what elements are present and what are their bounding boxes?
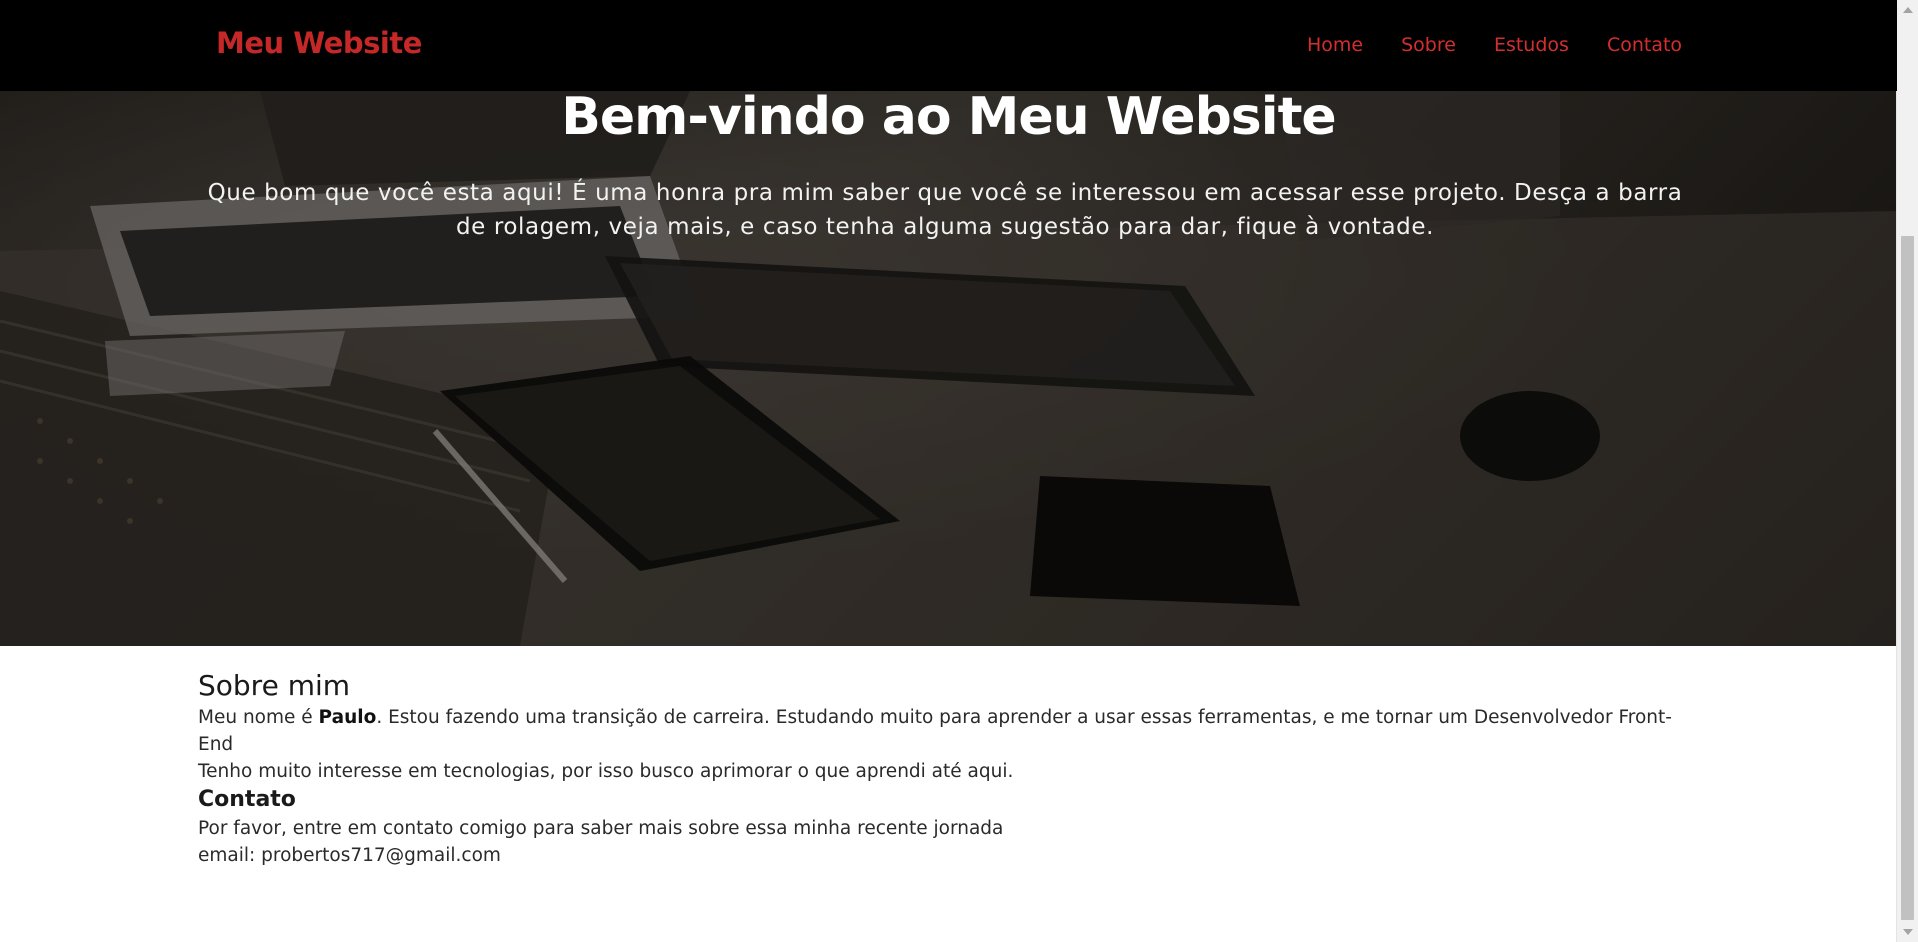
hero-text: Que bom que você esta aqui! É uma honra … bbox=[207, 180, 1683, 240]
about-name: Paulo bbox=[318, 707, 377, 728]
nav-link-home[interactable]: Home bbox=[1307, 34, 1363, 56]
about-text-suffix: . Estou fazendo uma transição de carreir… bbox=[198, 707, 1672, 755]
nav-link-sobre[interactable]: Sobre bbox=[1401, 34, 1456, 56]
about-paragraph: Meu nome é Paulo. Estou fazendo uma tran… bbox=[198, 704, 1678, 758]
contact-email: email: probertos717@gmail.com bbox=[198, 845, 501, 866]
about-title: Sobre mim bbox=[198, 669, 351, 702]
scrollbar-thumb[interactable] bbox=[1901, 236, 1914, 920]
about-paragraph-2: Tenho muito interesse em tecnologias, po… bbox=[198, 761, 1014, 782]
scroll-down-arrow-icon[interactable] bbox=[1903, 929, 1913, 935]
hero-background-image bbox=[0, 91, 1897, 646]
about-text-prefix: Meu nome é bbox=[198, 707, 319, 728]
contact-title: Contato bbox=[198, 787, 296, 812]
main-content: Sobre mim Meu nome é Paulo. Estou fazend… bbox=[198, 668, 1678, 869]
contact-text: Por favor, entre em contato comigo para … bbox=[198, 818, 1004, 839]
brand-logo[interactable]: Meu Website bbox=[216, 26, 422, 60]
nav-links: Home Sobre Estudos Contato bbox=[1307, 34, 1682, 56]
page: Meu Website Home Sobre Estudos Contato B… bbox=[0, 0, 1897, 942]
nav-link-estudos[interactable]: Estudos bbox=[1494, 34, 1569, 56]
hero-title: Bem-vindo ao Meu Website bbox=[561, 91, 1336, 147]
hero-section: Bem-vindo ao Meu Website Que bom que voc… bbox=[0, 91, 1897, 646]
nav-link-contato[interactable]: Contato bbox=[1607, 34, 1682, 56]
scroll-up-arrow-icon[interactable] bbox=[1903, 7, 1913, 13]
vertical-scrollbar[interactable] bbox=[1896, 0, 1918, 942]
navbar: Meu Website Home Sobre Estudos Contato bbox=[0, 0, 1897, 91]
